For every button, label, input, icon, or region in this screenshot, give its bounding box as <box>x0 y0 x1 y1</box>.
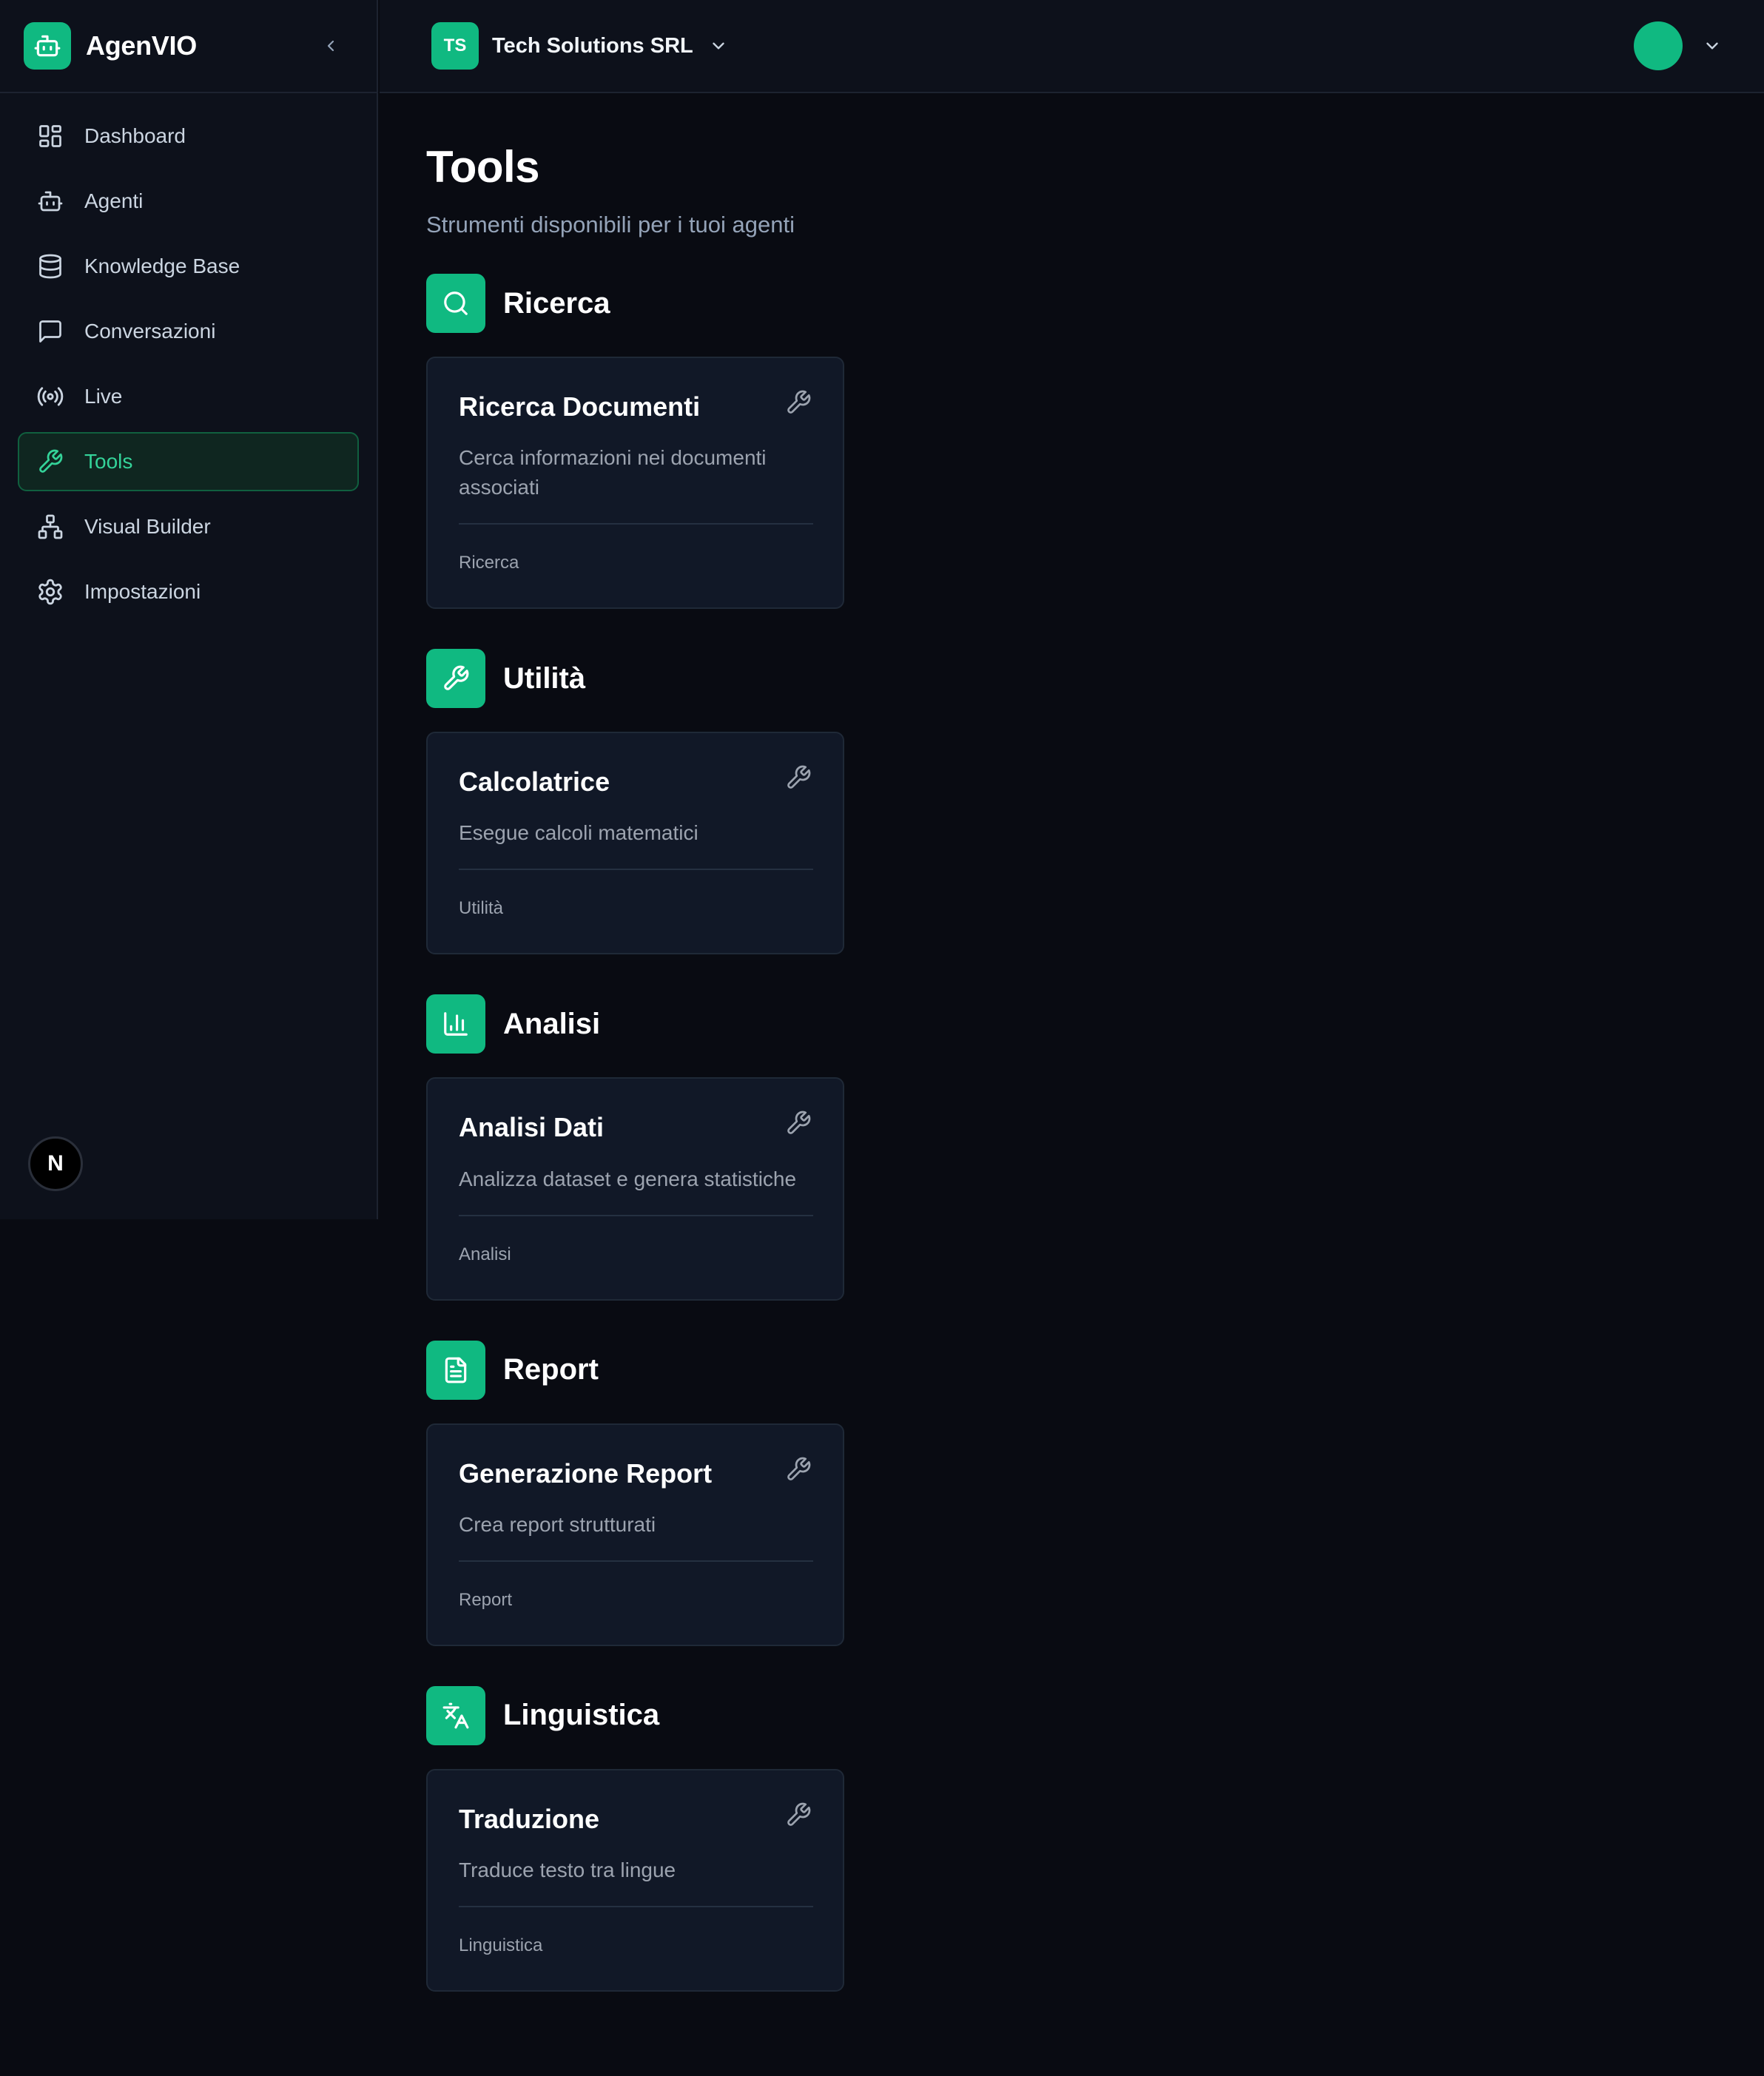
sidebar-item-label: Impostazioni <box>84 580 201 603</box>
sidebar-item-tools[interactable]: Tools <box>18 432 359 491</box>
sidebar-item-label: Knowledge Base <box>84 255 240 277</box>
card-title: Calcolatrice <box>459 766 610 798</box>
robot-icon[interactable] <box>24 22 71 70</box>
card-title: Ricerca Documenti <box>459 391 701 422</box>
sidebar-item-label: Agenti <box>84 189 144 212</box>
main-content: Tools Strumenti disponibili per i tuoi a… <box>426 93 1314 1992</box>
network-icon <box>36 512 65 542</box>
card-description: Traduce testo tra lingue <box>459 1858 676 1881</box>
app-name[interactable]: AgenVIO <box>86 30 197 61</box>
card-title: Generazione Report <box>459 1457 713 1489</box>
section-title: Utilità <box>503 661 586 695</box>
wrench-icon <box>36 447 65 476</box>
section-ricerca: Ricerca Ricerca Documenti Cerca informaz… <box>426 274 1314 610</box>
card-title: Analisi Dati <box>459 1112 605 1143</box>
document-icon <box>426 1340 485 1400</box>
user-menu-button[interactable] <box>1700 34 1724 58</box>
org-name[interactable]: Tech Solutions SRL <box>492 34 693 58</box>
bar-chart-icon <box>426 994 485 1054</box>
section-utilita: Utilità Calcolatrice Esegue calcoli mate… <box>426 649 1314 955</box>
sidebar-item-dashboard[interactable]: Dashboard <box>18 107 359 166</box>
chevron-down-icon <box>1706 42 1718 50</box>
dashboard-icon <box>36 121 65 151</box>
chat-icon <box>36 317 65 346</box>
sidebar-item-conversazioni[interactable]: Conversazioni <box>18 302 359 361</box>
sidebar: AgenVIO Dashboard Agenti Knowledge Base <box>0 0 378 1219</box>
card-category: Utilità <box>459 898 504 919</box>
wrench-icon[interactable] <box>784 1800 813 1830</box>
divider <box>459 523 813 525</box>
broadcast-icon <box>36 382 65 411</box>
sidebar-item-live[interactable]: Live <box>18 367 359 426</box>
sidebar-item-visual-builder[interactable]: Visual Builder <box>18 497 359 556</box>
page-subtitle: Strumenti disponibili per i tuoi agenti <box>426 212 795 237</box>
section-linguistica: Linguistica Traduzione Traduce testo tra… <box>426 1685 1314 1992</box>
database-icon <box>36 252 65 281</box>
tool-card[interactable]: Calcolatrice Esegue calcoli matematici U… <box>426 732 844 955</box>
card-description: Crea report strutturati <box>459 1512 656 1536</box>
translate-icon <box>426 1685 485 1745</box>
sidebar-item-label: Live <box>84 385 123 408</box>
divider <box>459 1905 813 1907</box>
robot-icon <box>36 186 65 216</box>
wrench-icon[interactable] <box>784 388 813 417</box>
divider <box>459 869 813 871</box>
avatar[interactable] <box>1634 21 1683 70</box>
org-initials: TS <box>443 36 467 55</box>
sidebar-nav: Dashboard Agenti Knowledge Base Conversa… <box>0 93 377 621</box>
card-category: Ricerca <box>459 553 519 573</box>
section-analisi: Analisi Analisi Dati Analizza dataset e … <box>426 994 1314 1301</box>
card-description: Esegue calcoli matematici <box>459 821 698 845</box>
section-title: Report <box>503 1353 599 1386</box>
card-description: Analizza dataset e genera statistiche <box>459 1167 797 1190</box>
section-title: Analisi <box>503 1007 601 1040</box>
chevron-down-icon <box>713 42 724 50</box>
wrench-icon[interactable] <box>784 1108 813 1138</box>
sidebar-item-label: Dashboard <box>84 124 186 147</box>
dev-tools-badge[interactable]: N <box>28 1136 83 1191</box>
topbar: TS Tech Solutions SRL <box>380 0 1764 93</box>
page-title: Tools <box>426 142 540 192</box>
sidebar-item-agenti[interactable]: Agenti <box>18 172 359 231</box>
section-report: Report Generazione Report Crea report st… <box>426 1340 1314 1646</box>
divider <box>459 1560 813 1562</box>
tool-card[interactable]: Ricerca Documenti Cerca informazioni nei… <box>426 357 844 610</box>
card-description: Cerca informazioni nei documenti associa… <box>459 446 767 499</box>
card-category: Linguistica <box>459 1935 543 1955</box>
org-badge[interactable]: TS <box>431 22 479 70</box>
divider <box>459 1214 813 1216</box>
tool-card[interactable]: Traduzione Traduce testo tra lingue Ling… <box>426 1768 844 1992</box>
org-switcher-button[interactable] <box>707 34 730 58</box>
search-icon <box>426 274 485 333</box>
card-title: Traduzione <box>459 1803 600 1834</box>
sidebar-item-knowledge-base[interactable]: Knowledge Base <box>18 237 359 296</box>
wrench-icon <box>426 649 485 709</box>
card-category: Analisi <box>459 1244 511 1264</box>
chevron-left-icon <box>327 40 334 52</box>
sidebar-item-label: Tools <box>84 450 133 473</box>
wrench-icon[interactable] <box>784 1455 813 1484</box>
tool-card[interactable]: Generazione Report Crea report struttura… <box>426 1423 844 1646</box>
section-title: Linguistica <box>503 1699 660 1732</box>
wrench-icon[interactable] <box>784 763 813 792</box>
sidebar-item-impostazioni[interactable]: Impostazioni <box>18 562 359 621</box>
section-title: Ricerca <box>503 286 610 320</box>
collapse-sidebar-button[interactable] <box>316 31 346 61</box>
sidebar-item-label: Conversazioni <box>84 320 216 343</box>
tool-card[interactable]: Analisi Dati Analizza dataset e genera s… <box>426 1077 844 1301</box>
badge-label: N <box>47 1151 64 1176</box>
gear-icon <box>36 577 65 607</box>
brand: AgenVIO <box>0 0 377 93</box>
sidebar-item-label: Visual Builder <box>84 515 211 538</box>
card-category: Report <box>459 1589 513 1610</box>
